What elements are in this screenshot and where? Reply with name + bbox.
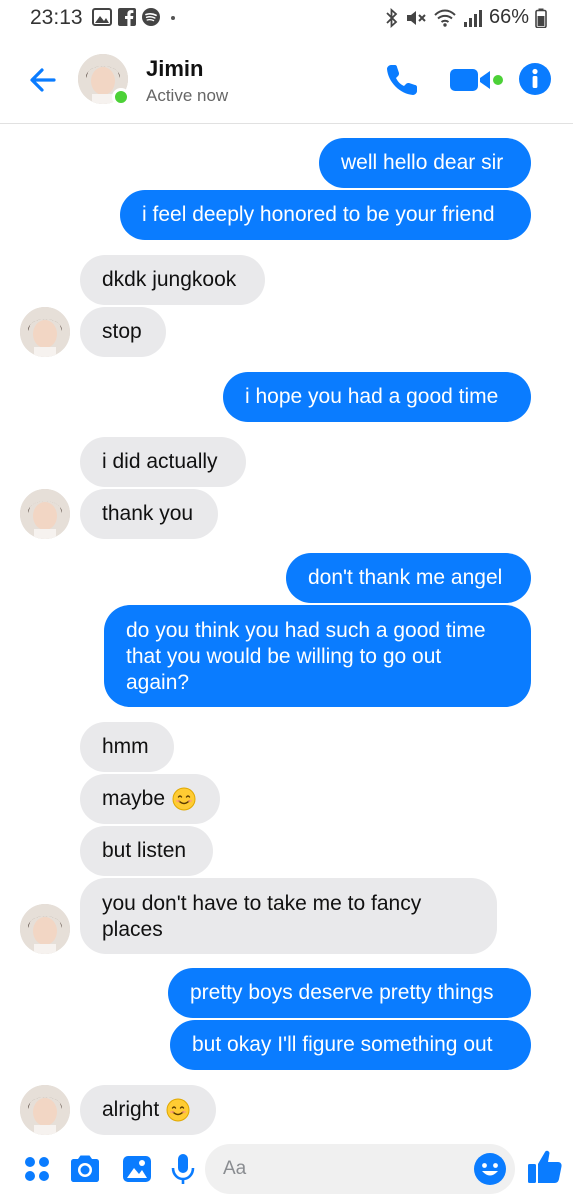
- wifi-icon: [434, 9, 456, 27]
- status-bar: 23:13 66%: [0, 0, 573, 36]
- status-time: 23:13: [30, 6, 83, 29]
- dot-icon: [171, 16, 175, 20]
- gallery-icon: [92, 8, 112, 26]
- sender-avatar[interactable]: [20, 1085, 70, 1135]
- smiling-face-emoji: [172, 787, 196, 811]
- message-input[interactable]: Aa: [205, 1144, 515, 1194]
- battery-icon: [535, 8, 547, 28]
- image-icon[interactable]: [120, 1152, 154, 1186]
- message-bubble-outgoing[interactable]: pretty boys deserve pretty things: [168, 968, 531, 1018]
- message-bubble-incoming[interactable]: hmm: [80, 722, 174, 772]
- phone-call-icon[interactable]: [384, 62, 420, 98]
- message-bubble-incoming[interactable]: thank you: [80, 489, 218, 539]
- message-bubble-outgoing[interactable]: don't thank me angel: [286, 553, 531, 603]
- message-bubble-outgoing[interactable]: do you think you had such a good time th…: [104, 605, 531, 707]
- video-call-icon[interactable]: [448, 66, 506, 94]
- message-bubble-incoming[interactable]: maybe: [80, 774, 220, 824]
- message-bubble-incoming[interactable]: stop: [80, 307, 166, 357]
- emoji-icon[interactable]: [473, 1152, 507, 1186]
- microphone-icon[interactable]: [166, 1152, 200, 1186]
- back-arrow-icon[interactable]: [24, 60, 64, 100]
- message-bubble-incoming[interactable]: dkdk jungkook: [80, 255, 265, 305]
- message-bubble-incoming[interactable]: but listen: [80, 826, 213, 876]
- sender-avatar[interactable]: [20, 489, 70, 539]
- apps-icon[interactable]: [20, 1152, 54, 1186]
- thumbs-up-icon[interactable]: [526, 1148, 564, 1186]
- message-composer: Aa: [0, 1138, 573, 1200]
- message-bubble-outgoing[interactable]: i hope you had a good time: [223, 372, 531, 422]
- online-indicator: [112, 88, 130, 106]
- signal-icon: [463, 9, 482, 27]
- message-bubble-incoming[interactable]: i did actually: [80, 437, 246, 487]
- message-bubble-outgoing[interactable]: well hello dear sir: [319, 138, 531, 188]
- facebook-icon: [118, 8, 136, 26]
- info-icon[interactable]: [518, 62, 552, 96]
- sender-avatar[interactable]: [20, 307, 70, 357]
- message-input-placeholder: Aa: [223, 1158, 247, 1179]
- camera-icon[interactable]: [68, 1152, 102, 1186]
- message-bubble-incoming[interactable]: you don't have to take me to fancy place…: [80, 878, 497, 954]
- message-bubble-outgoing[interactable]: but okay I'll figure something out: [170, 1020, 531, 1070]
- contact-name[interactable]: Jimin: [146, 56, 203, 82]
- active-status: Active now: [146, 86, 229, 105]
- conversation-header: Jimin Active now: [0, 36, 573, 124]
- sender-avatar[interactable]: [20, 904, 70, 954]
- message-bubble-incoming[interactable]: alright: [80, 1085, 216, 1135]
- message-bubble-outgoing[interactable]: i feel deeply honored to be your friend: [120, 190, 531, 240]
- spotify-icon: [142, 8, 160, 26]
- mute-icon: [406, 10, 426, 25]
- bluetooth-icon: [386, 7, 398, 28]
- battery-percent: 66%: [488, 6, 529, 28]
- smiling-face-emoji: [166, 1098, 190, 1122]
